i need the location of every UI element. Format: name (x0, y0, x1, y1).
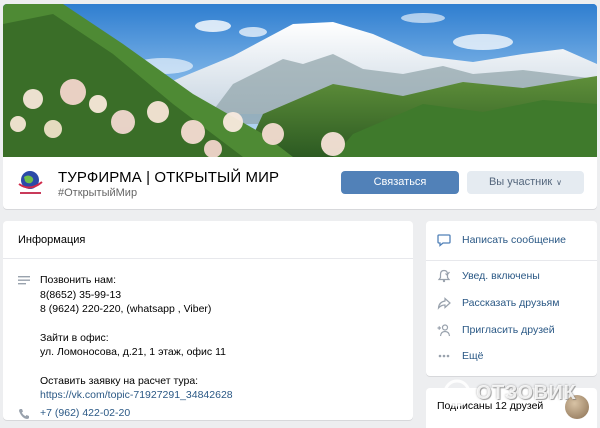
notifications-action[interactable]: Увед. включены (426, 265, 597, 287)
group-title: ТУРФИРМА | ОТКРЫТЫЙ МИР (58, 169, 280, 186)
request-label: Оставить заявку на расчет тура: (40, 374, 199, 387)
group-avatar[interactable] (14, 168, 47, 198)
friends-subscribed-card[interactable]: Подписаны 12 друзей (426, 388, 597, 428)
notifications-label: Увед. включены (462, 270, 540, 282)
invite-friends-label: Пригласить друзей (462, 324, 555, 336)
divider (3, 258, 413, 259)
tell-friends-label: Рассказать друзьям (462, 297, 560, 309)
phone-icon (19, 409, 29, 419)
friends-subscribed-label: Подписаны 12 друзей (437, 400, 544, 412)
friend-avatar[interactable] (565, 395, 589, 419)
globe-logo-icon (18, 171, 43, 194)
message-icon (437, 234, 451, 247)
more-dots-icon (438, 354, 450, 358)
tell-friends-action[interactable]: Рассказать друзьям (426, 292, 597, 314)
phone-1: 8(8652) 35-99-13 (40, 288, 122, 301)
more-label: Ещё (462, 350, 484, 362)
mountain-landscape (3, 4, 597, 157)
phone-3[interactable]: +7 (962) 422-02-20 (40, 407, 130, 419)
cover-image (3, 4, 597, 157)
member-dropdown-button[interactable]: Вы участник ∨ (467, 171, 584, 194)
invite-friends-action[interactable]: Пригласить друзей (426, 319, 597, 341)
member-button-label: Вы участник (488, 176, 553, 188)
office-address: ул. Ломоносова, д.21, 1 этаж, офис 11 (40, 346, 226, 358)
info-description: Позвонить нам: 8(8652) 35-99-13 8 (9624)… (40, 273, 233, 403)
chevron-down-icon: ∨ (556, 178, 563, 187)
call-label: Позвонить нам: (40, 274, 117, 286)
group-header: ТУРФИРМА | ОТКРЫТЫЙ МИР #ОткрытыйМир Свя… (3, 157, 597, 209)
info-title: Информация (18, 234, 86, 246)
office-label: Зайти в офис: (40, 331, 109, 344)
request-link[interactable]: https://vk.com/topic-71927291_34842628 (40, 388, 233, 403)
bell-icon (437, 269, 451, 283)
contact-button[interactable]: Связаться (341, 171, 459, 194)
share-arrow-icon (437, 297, 451, 310)
phone-2: 8 (9624) 220-220, (whatsapp , Viber) (40, 303, 212, 315)
write-message-label: Написать сообщение (462, 234, 566, 246)
write-message-action[interactable]: Написать сообщение (426, 229, 597, 251)
more-action[interactable]: Ещё (426, 345, 597, 367)
divider (426, 260, 597, 261)
info-card: Информация Позвонить нам: 8(8652) 35-99-… (3, 221, 413, 420)
actions-card: Написать сообщение Увед. включены Расска… (426, 221, 597, 376)
list-icon (18, 276, 30, 285)
group-hashtag[interactable]: #ОткрытыйМир (58, 187, 137, 199)
add-user-icon (437, 324, 451, 337)
